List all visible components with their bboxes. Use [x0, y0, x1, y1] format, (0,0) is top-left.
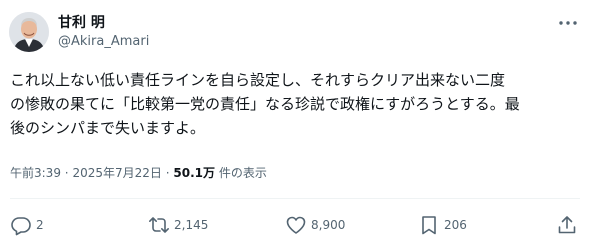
post-card: 甘利 明 @Akira_Amari これ以上ない低い責任ラインを自ら設定し、それ… — [0, 0, 590, 252]
bookmark-button[interactable]: 206 — [418, 214, 467, 236]
heart-icon — [286, 216, 306, 234]
reply-count: 2 — [36, 218, 44, 232]
like-button[interactable]: 8,900 — [285, 214, 345, 236]
post-text-line: これ以上ない低い責任ラインを自ら設定し、それすらクリア出来ない二度 — [10, 71, 506, 89]
avatar[interactable] — [9, 12, 49, 52]
share-button[interactable] — [556, 214, 578, 236]
post-meta: 午前3:39 · 2025年7月22日 · 50.1万 件の表示 — [10, 164, 267, 182]
author-handle[interactable]: @Akira_Amari — [58, 33, 149, 51]
divider — [10, 198, 580, 199]
bookmark-icon — [422, 216, 436, 235]
reply-button[interactable]: 2 — [10, 214, 44, 236]
meta-separator: · — [165, 166, 170, 180]
post-text-line: の惨敗の果てに「比較第一党の責任」なる珍説で政権にすがろうとする。最 — [10, 95, 520, 113]
like-count: 8,900 — [311, 218, 346, 232]
avatar-photo-icon — [9, 12, 49, 52]
author-info: 甘利 明 @Akira_Amari — [58, 14, 149, 54]
bookmark-count: 206 — [444, 218, 467, 232]
views-label: 件の表示 — [218, 166, 267, 180]
views-count[interactable]: 50.1万 — [173, 166, 215, 180]
retweet-count: 2,145 — [174, 218, 209, 232]
retweet-button[interactable]: 2,145 — [148, 214, 208, 236]
post-time[interactable]: 午前3:39 — [10, 166, 61, 180]
more-dots-icon — [559, 21, 577, 25]
author-display-name[interactable]: 甘利 明 — [58, 14, 149, 32]
post-text-line: 後のシンパまで失いますよ。 — [10, 119, 206, 137]
post-date[interactable]: 2025年7月22日 — [72, 166, 161, 180]
post-text: これ以上ない低い責任ラインを自ら設定し、それすらクリア出来ない二度 の惨敗の果て… — [10, 68, 582, 140]
reply-icon — [11, 217, 31, 236]
retweet-icon — [149, 217, 169, 233]
more-options-button[interactable] — [556, 12, 580, 34]
share-icon — [558, 216, 576, 234]
meta-separator: · — [64, 166, 69, 180]
